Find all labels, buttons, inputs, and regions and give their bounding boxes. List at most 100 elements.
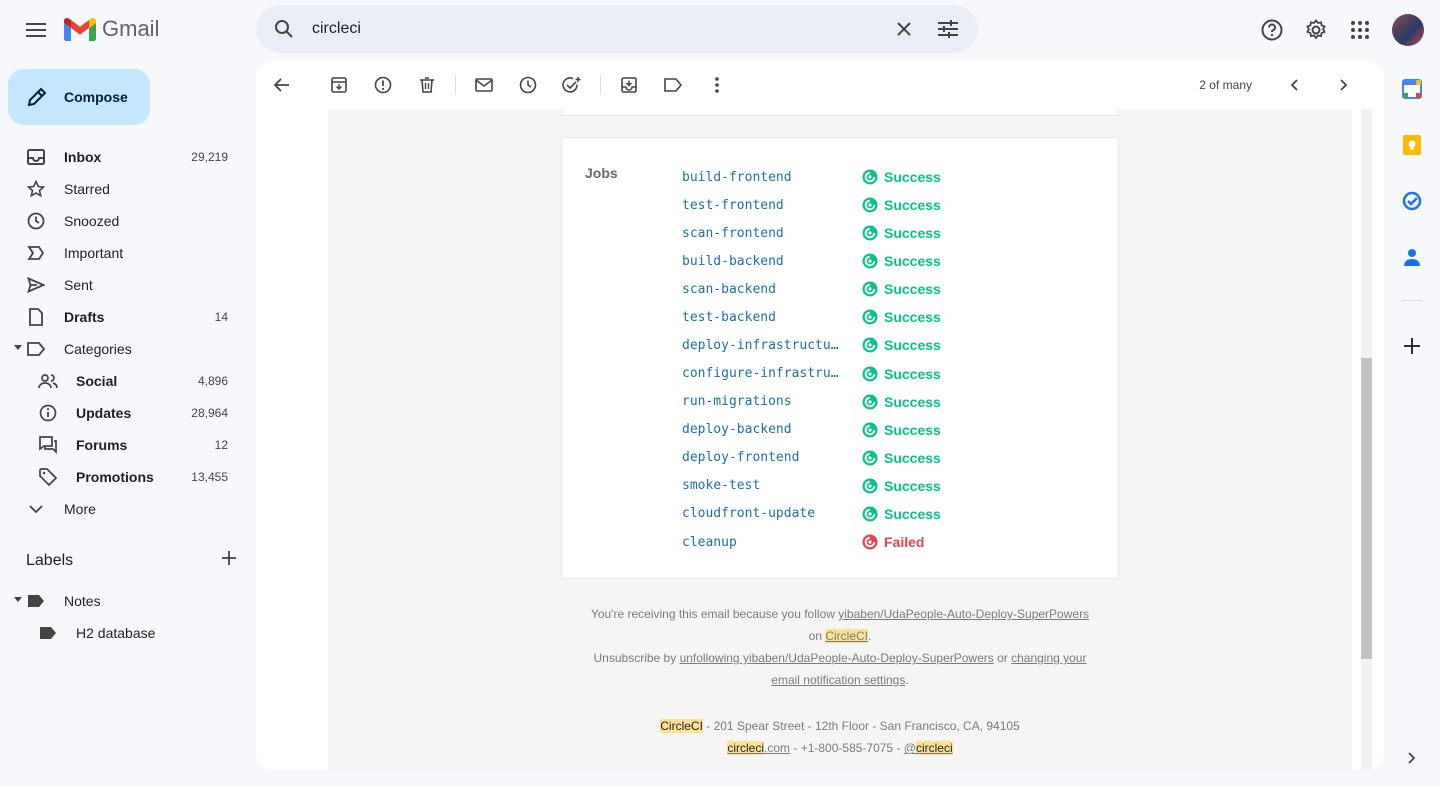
settings-link[interactable]: email notification settings: [771, 673, 905, 687]
get-addons-button[interactable]: [1400, 334, 1424, 358]
label-item-h2-database[interactable]: H2 database: [0, 617, 248, 649]
add-to-tasks-button[interactable]: [552, 65, 592, 105]
unfollow-link[interactable]: unfollowing yibaben/UdaPeople-Auto-Deplo…: [680, 651, 994, 665]
footer-text: .: [905, 673, 909, 687]
repo-link[interactable]: yibaben/UdaPeople-Auto-Deploy-SuperPower…: [838, 607, 1089, 621]
contacts-person-icon: [1404, 249, 1420, 266]
clock-icon: [26, 211, 46, 231]
sidebar-item-promotions[interactable]: Promotions 13,455: [0, 461, 248, 493]
sidebar-item-label: Categories: [64, 341, 132, 357]
sidebar-item-starred[interactable]: Starred: [0, 173, 248, 205]
search-options-button[interactable]: [926, 20, 970, 38]
clear-search-button[interactable]: [882, 22, 926, 36]
label-item-notes[interactable]: Notes: [0, 585, 248, 617]
sidebar-item-categories[interactable]: Categories: [0, 333, 248, 365]
keep-app-button[interactable]: [1400, 133, 1424, 157]
success-status-icon: [862, 394, 878, 410]
sidebar-item-updates[interactable]: Updates 28,964: [0, 397, 248, 429]
twitter-link[interactable]: @circleci: [904, 741, 953, 755]
job-name-link[interactable]: smoke-test: [682, 478, 862, 493]
scrollbar[interactable]: [1361, 109, 1372, 770]
expand-caret-icon[interactable]: [14, 345, 22, 350]
circleci-link[interactable]: CircleCI: [825, 629, 868, 643]
sidebar-item-social[interactable]: Social 4,896: [0, 365, 248, 397]
forum-icon: [38, 435, 58, 455]
label-name: Notes: [64, 593, 101, 609]
chevron-right-icon: [1408, 752, 1416, 764]
success-status-icon: [862, 225, 878, 241]
snooze-button[interactable]: [508, 65, 548, 105]
newer-button[interactable]: [1274, 65, 1314, 105]
contacts-app-button[interactable]: [1400, 245, 1424, 269]
compose-button[interactable]: Compose: [8, 69, 150, 125]
main-menu-button[interactable]: [16, 10, 56, 50]
report-spam-button[interactable]: [363, 65, 403, 105]
sidebar-item-more[interactable]: More: [0, 493, 248, 525]
job-name-link[interactable]: build-backend: [682, 254, 862, 269]
tag-icon: [38, 467, 58, 487]
previous-section-card: [561, 109, 1119, 116]
job-name-link[interactable]: test-backend: [682, 310, 862, 325]
delete-button[interactable]: [407, 65, 447, 105]
archive-button[interactable]: [319, 65, 359, 105]
job-name-link[interactable]: configure-infrastru…: [682, 366, 862, 381]
job-row: test-backend Success: [682, 303, 1102, 331]
footer-contact: circleci.com - +1-800-585-7075 - @circle…: [561, 737, 1119, 759]
create-label-button[interactable]: [222, 551, 236, 570]
job-name-link[interactable]: scan-frontend: [682, 226, 862, 241]
show-side-panel-button[interactable]: [1400, 746, 1424, 770]
job-name-link[interactable]: test-frontend: [682, 198, 862, 213]
job-name-link[interactable]: cloudfront-update: [682, 506, 862, 521]
job-status: Success: [862, 394, 941, 410]
tasks-app-button[interactable]: [1400, 189, 1424, 213]
account-avatar[interactable]: [1392, 14, 1424, 46]
job-name-link[interactable]: deploy-backend: [682, 422, 862, 437]
job-status-label: Success: [884, 309, 941, 326]
archive-icon: [331, 77, 347, 93]
job-row: deploy-infrastructu… Success: [682, 331, 1102, 359]
website-link[interactable]: circleci.com: [727, 741, 790, 755]
job-status-label: Success: [884, 421, 941, 438]
search-input[interactable]: [312, 20, 882, 38]
settings-link[interactable]: changing your: [1011, 651, 1086, 665]
sidebar-item-sent[interactable]: Sent: [0, 269, 248, 301]
sidebar-nav: Inbox 29,219 Starred Snoozed Important S…: [0, 141, 248, 525]
settings-button[interactable]: [1296, 10, 1336, 50]
plus-icon: [1404, 338, 1420, 354]
move-to-button[interactable]: [609, 65, 649, 105]
back-button[interactable]: [262, 65, 302, 105]
job-row: test-frontend Success: [682, 191, 1102, 219]
sidebar-item-drafts[interactable]: Drafts 14: [0, 301, 248, 333]
company-name: CircleCI: [660, 719, 703, 733]
sidebar-item-forums[interactable]: Forums 12: [0, 429, 248, 461]
support-button[interactable]: [1252, 10, 1292, 50]
job-name-link[interactable]: scan-backend: [682, 282, 862, 297]
calendar-app-button[interactable]: [1400, 77, 1424, 101]
sidebar-item-inbox[interactable]: Inbox 29,219: [0, 141, 248, 173]
job-name-link[interactable]: run-migrations: [682, 394, 862, 409]
older-button[interactable]: [1324, 65, 1364, 105]
rail-divider: [1402, 300, 1422, 301]
more-options-button[interactable]: [697, 65, 737, 105]
more-vert-icon: [715, 77, 719, 93]
labels-button[interactable]: [653, 65, 693, 105]
job-name-link[interactable]: build-frontend: [682, 170, 862, 185]
job-name-link[interactable]: cleanup: [682, 535, 862, 550]
success-status-icon: [862, 366, 878, 382]
sidebar-item-snoozed[interactable]: Snoozed: [0, 205, 248, 237]
chevron-down-icon: [26, 499, 46, 519]
unread-count: 4,896: [197, 374, 228, 388]
expand-caret-icon[interactable]: [14, 597, 22, 602]
job-name-link[interactable]: deploy-frontend: [682, 450, 862, 465]
gmail-logo[interactable]: Gmail: [64, 16, 159, 42]
apps-button[interactable]: [1340, 10, 1380, 50]
sidebar-item-label: Promotions: [76, 469, 154, 485]
job-name-link[interactable]: deploy-infrastructu…: [682, 338, 862, 353]
sidebar-item-important[interactable]: Important: [0, 237, 248, 269]
footer-spacer: [561, 691, 1119, 715]
search-button[interactable]: [256, 19, 312, 39]
job-status-label: Success: [884, 449, 941, 466]
job-status-label: Success: [884, 393, 941, 410]
scrollbar-thumb[interactable]: [1361, 358, 1372, 659]
mark-unread-button[interactable]: [464, 65, 504, 105]
